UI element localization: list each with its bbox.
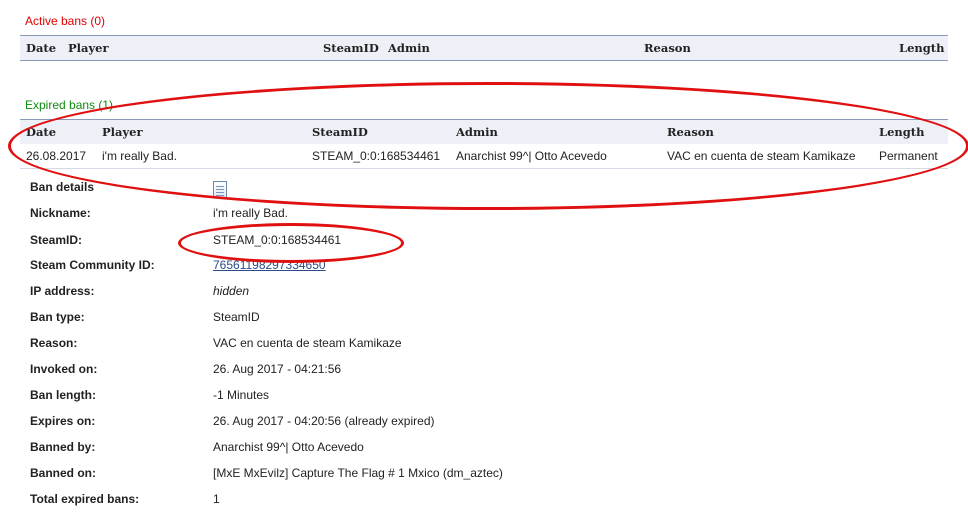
community-id-label: Steam Community ID: (30, 258, 155, 272)
banned-on-value: [MxE MxEvilz] Capture The Flag # 1 Mxico… (213, 466, 503, 480)
community-id-link[interactable]: 76561198297334650 (213, 258, 326, 272)
invoked-value: 26. Aug 2017 - 04:21:56 (213, 362, 342, 376)
ip-label: IP address: (30, 284, 95, 298)
banned-on-label: Banned on: (30, 466, 96, 480)
reason-value: VAC en cuenta de steam Kamikaze (213, 336, 402, 350)
expired-bans-title: Expired bans (1) (25, 98, 114, 112)
col-steamid[interactable]: SteamID (323, 41, 379, 55)
reason-label: Reason: (30, 336, 78, 350)
row-length: Permanent (879, 149, 938, 163)
banned-by-value: Anarchist 99^| Otto Acevedo (213, 440, 364, 454)
nickname-value: i'm really Bad. (213, 206, 288, 220)
col-length[interactable]: Length (899, 41, 944, 55)
ban-length-label: Ban length: (30, 388, 96, 402)
banned-by-label: Banned by: (30, 440, 96, 454)
ban-length-value: -1 Minutes (213, 388, 270, 402)
table-row[interactable]: 26.08.2017 i'm really Bad. STEAM_0:0:168… (20, 144, 948, 169)
total-expired-label: Total expired bans: (30, 492, 140, 506)
ban-type-value: SteamID (213, 310, 260, 324)
steamid-value: STEAM_0:0:168534461 (213, 233, 342, 247)
col-admin[interactable]: Admin (456, 125, 498, 139)
col-player[interactable]: Player (68, 41, 109, 55)
row-date: 26.08.2017 (26, 149, 87, 163)
row-admin: Anarchist 99^| Otto Acevedo (456, 149, 607, 163)
col-player[interactable]: Player (102, 125, 143, 139)
active-bans-header: Date Player SteamID Admin Reason Length (20, 35, 948, 61)
active-bans-title: Active bans (0) (25, 14, 106, 28)
col-date[interactable]: Date (26, 125, 56, 139)
col-admin[interactable]: Admin (388, 41, 430, 55)
ban-details-label: Ban details (30, 180, 95, 194)
community-id-value: 76561198297334650 (213, 258, 326, 272)
ban-type-label: Ban type: (30, 310, 85, 324)
expires-label: Expires on: (30, 414, 96, 428)
row-player: i'm really Bad. (102, 149, 177, 163)
expired-bans-header: Date Player SteamID Admin Reason Length (20, 119, 948, 145)
total-expired-value: 1 (213, 492, 220, 506)
col-length[interactable]: Length (879, 125, 924, 139)
expires-value: 26. Aug 2017 - 04:20:56 (already expired… (213, 414, 435, 428)
ip-value: hidden (213, 284, 250, 298)
col-date[interactable]: Date (26, 41, 56, 55)
row-steamid: STEAM_0:0:168534461 (312, 149, 441, 163)
row-reason: VAC en cuenta de steam Kamikaze (667, 149, 856, 163)
invoked-label: Invoked on: (30, 362, 98, 376)
col-reason[interactable]: Reason (644, 41, 691, 55)
col-reason[interactable]: Reason (667, 125, 714, 139)
steamid-label: SteamID: (30, 233, 83, 247)
document-icon[interactable] (213, 181, 227, 198)
nickname-label: Nickname: (30, 206, 91, 220)
col-steamid[interactable]: SteamID (312, 125, 368, 139)
